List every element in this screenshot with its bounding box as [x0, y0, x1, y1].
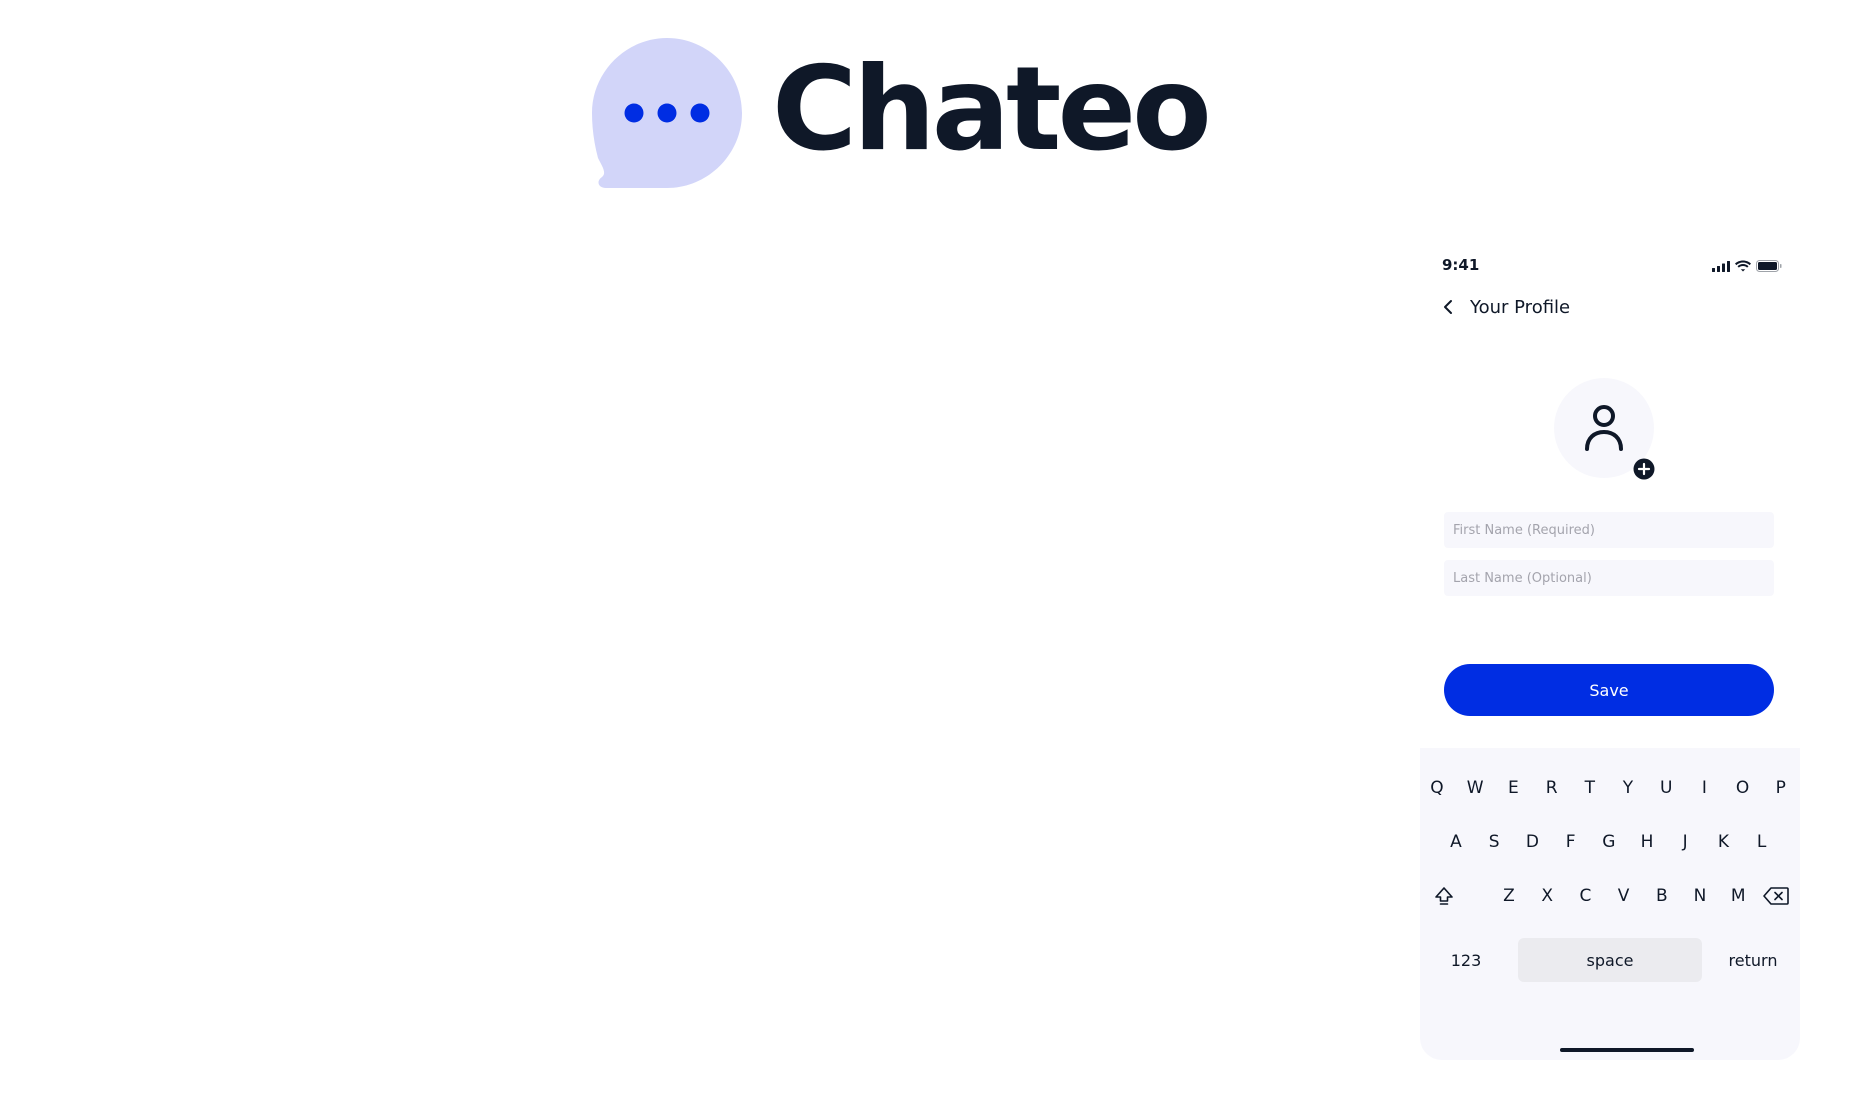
plus-circle-icon[interactable] [1633, 458, 1655, 480]
key-u[interactable]: U [1651, 770, 1681, 806]
key-c[interactable]: C [1570, 878, 1600, 914]
chevron-left-icon [1444, 300, 1452, 314]
backspace-icon [1763, 887, 1789, 905]
brand-name: Chateo [772, 42, 1212, 177]
status-time: 9:41 [1442, 256, 1480, 274]
status-icons [1712, 258, 1782, 274]
shift-key[interactable] [1429, 878, 1459, 914]
key-n[interactable]: N [1685, 878, 1715, 914]
key-d[interactable]: D [1517, 824, 1547, 860]
last-name-input[interactable] [1444, 560, 1774, 596]
key-t[interactable]: T [1575, 770, 1605, 806]
key-z[interactable]: Z [1494, 878, 1524, 914]
phone-screen: 9:41 Your Profile Save QW [1420, 240, 1800, 1060]
brand-header: Chateo [592, 38, 1212, 188]
key-o[interactable]: O [1728, 770, 1758, 806]
key-w[interactable]: W [1460, 770, 1490, 806]
key-k[interactable]: K [1708, 824, 1738, 860]
key-y[interactable]: Y [1613, 770, 1643, 806]
key-r[interactable]: R [1537, 770, 1567, 806]
key-v[interactable]: V [1609, 878, 1639, 914]
home-indicator [1560, 1048, 1694, 1052]
key-f[interactable]: F [1556, 824, 1586, 860]
key-b[interactable]: B [1647, 878, 1677, 914]
key-h[interactable]: H [1632, 824, 1662, 860]
return-key[interactable]: return [1718, 942, 1788, 978]
key-q[interactable]: Q [1422, 770, 1452, 806]
first-name-input[interactable] [1444, 512, 1774, 548]
nav-bar: Your Profile [1442, 292, 1570, 322]
signal-icon [1712, 260, 1730, 272]
key-j[interactable]: J [1670, 824, 1700, 860]
wifi-icon [1735, 260, 1751, 272]
shift-icon [1435, 887, 1453, 905]
save-button[interactable]: Save [1444, 664, 1774, 716]
key-p[interactable]: P [1766, 770, 1796, 806]
status-bar: 9:41 [1442, 256, 1782, 278]
key-e[interactable]: E [1498, 770, 1528, 806]
key-i[interactable]: I [1689, 770, 1719, 806]
key-m[interactable]: M [1723, 878, 1753, 914]
key-a[interactable]: A [1441, 824, 1471, 860]
chat-bubble-icon [592, 38, 742, 188]
key-l[interactable]: L [1747, 824, 1777, 860]
key-s[interactable]: S [1479, 824, 1509, 860]
space-key[interactable]: space [1518, 938, 1702, 982]
person-icon [1585, 405, 1623, 451]
backspace-key[interactable] [1761, 878, 1791, 914]
page-title: Your Profile [1470, 296, 1571, 318]
back-button[interactable] [1442, 295, 1462, 319]
key-g[interactable]: G [1594, 824, 1624, 860]
numbers-key[interactable]: 123 [1436, 942, 1496, 978]
keyboard: QWERTYUIOP ASDFGHJKL ZXCVBNM 123 space r… [1420, 748, 1800, 1060]
key-x[interactable]: X [1532, 878, 1562, 914]
battery-icon [1756, 260, 1782, 272]
